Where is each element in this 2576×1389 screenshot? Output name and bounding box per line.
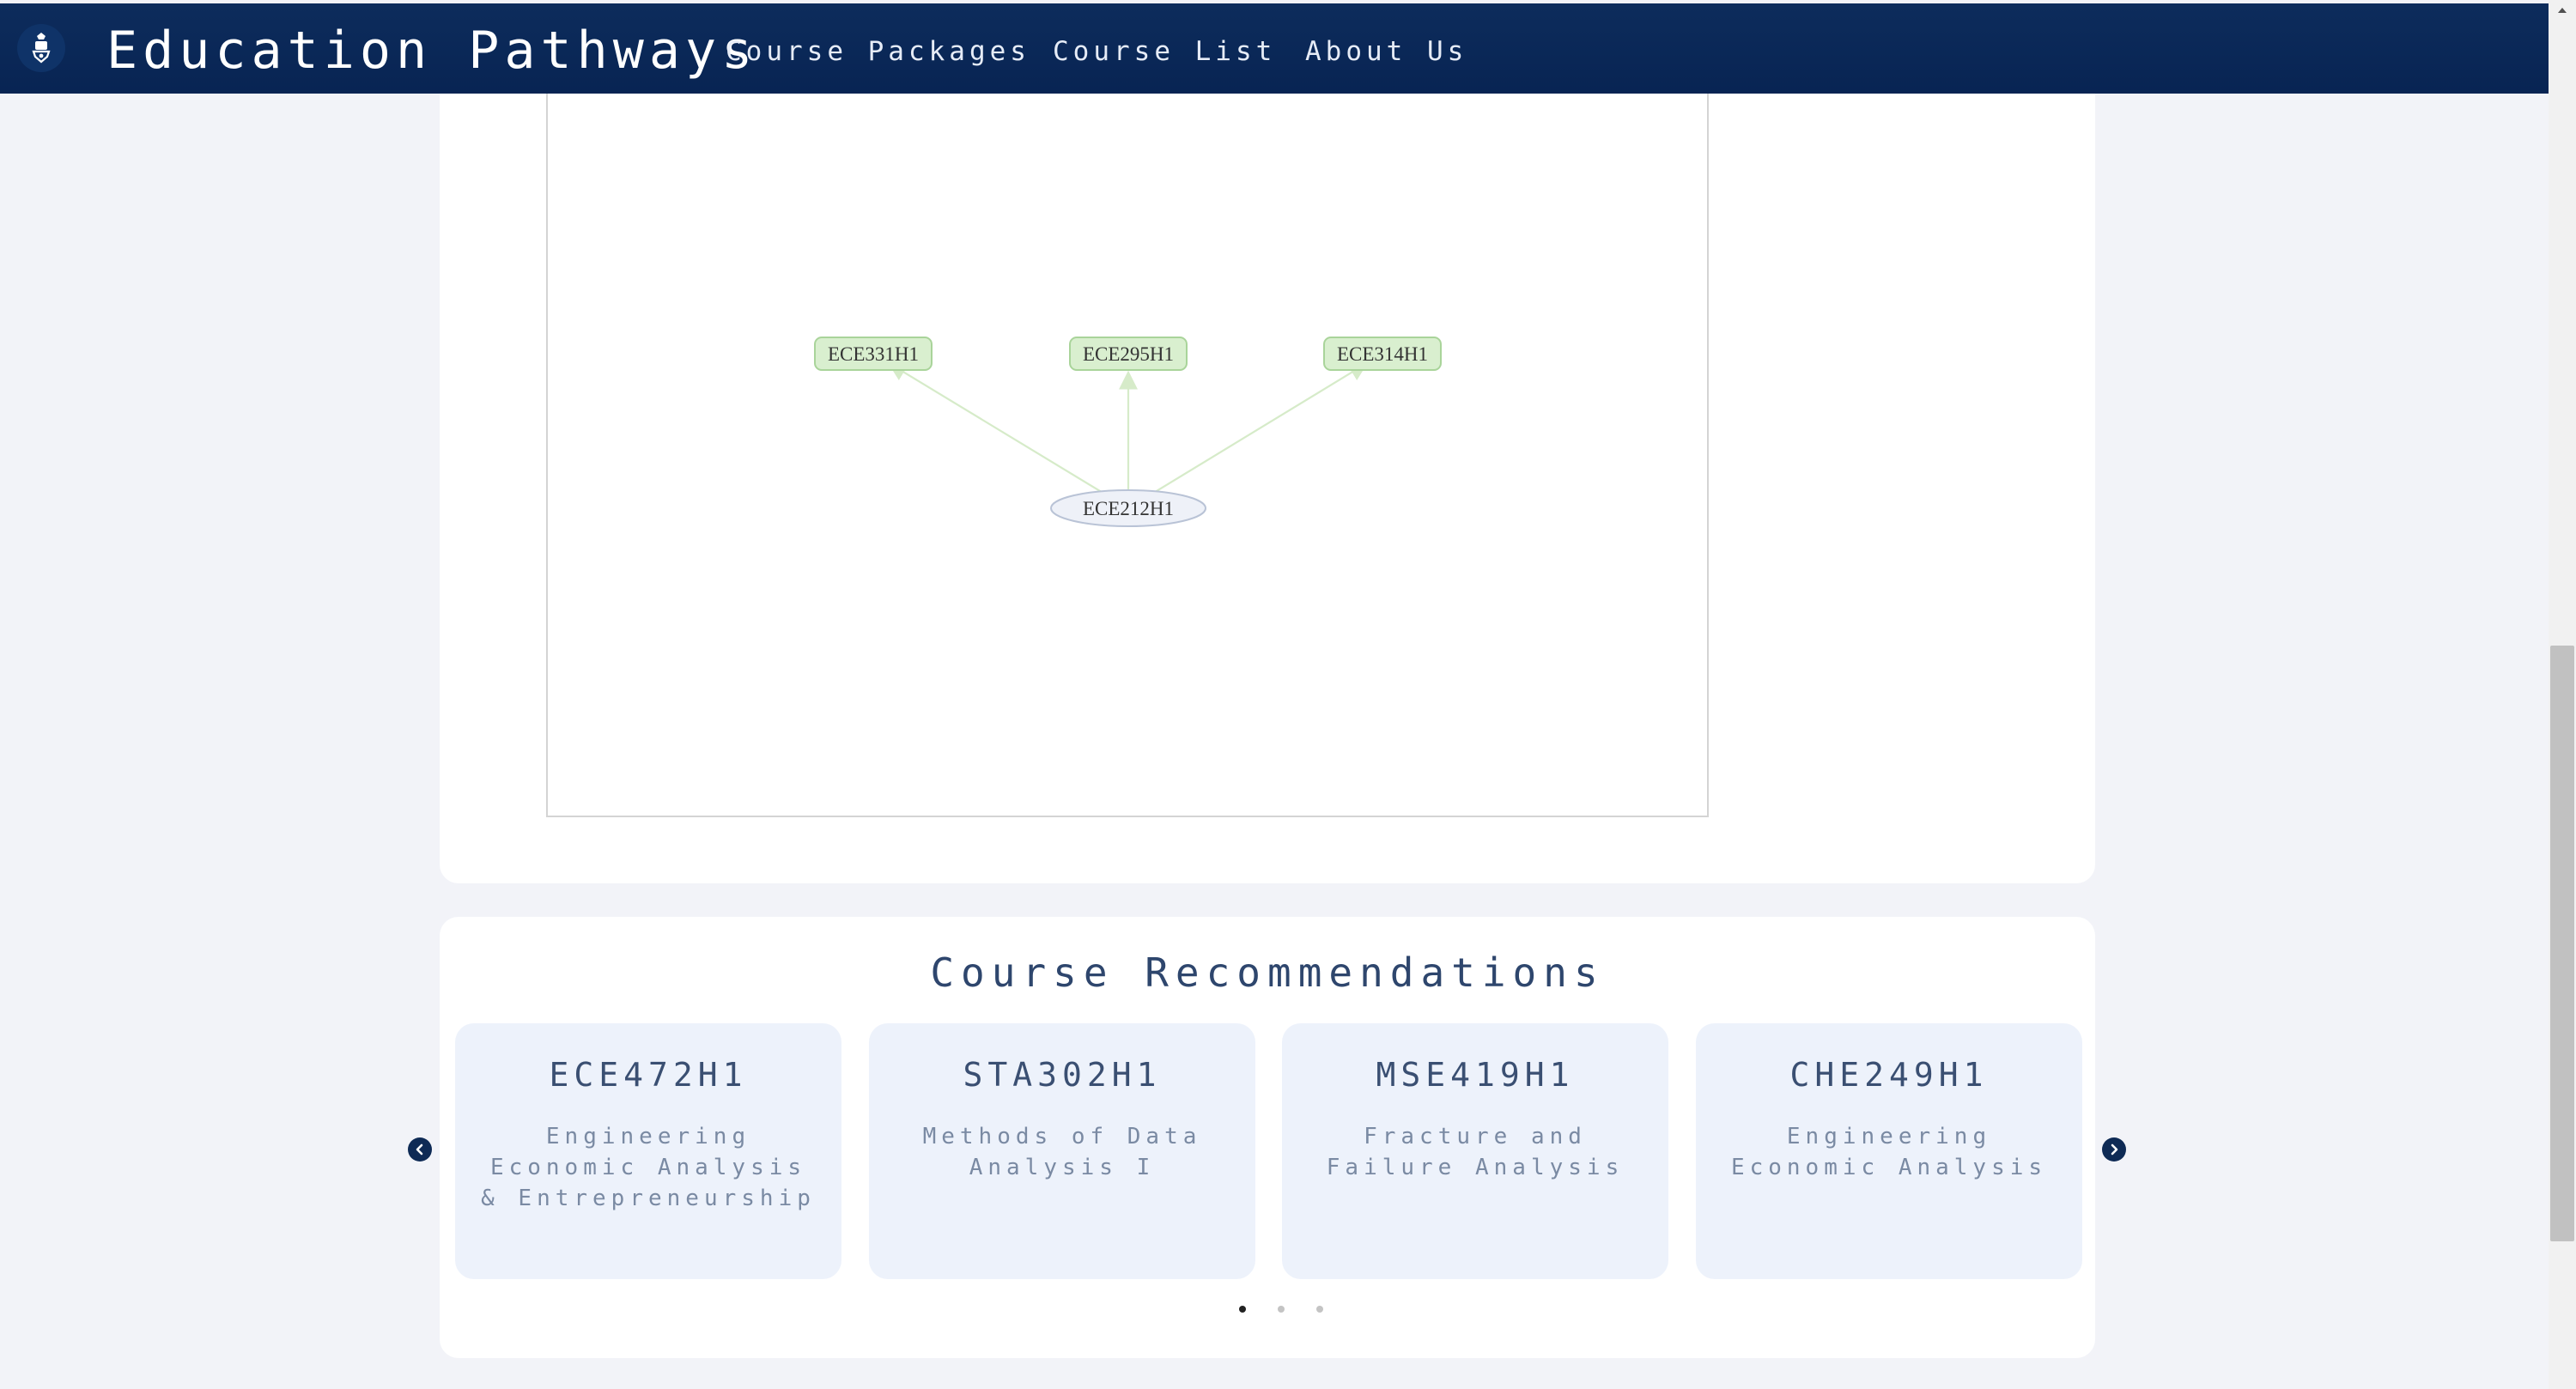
scrollbar-thumb[interactable]: [2550, 646, 2574, 1241]
scroll-up-button[interactable]: [2549, 0, 2576, 21]
node-label: ECE331H1: [828, 343, 919, 365]
chevron-right-icon: [2111, 1143, 2118, 1155]
graph-edge-ece212h1-ece331h1: [887, 362, 1113, 500]
course-name: Methods of Data Analysis I: [922, 1124, 1202, 1180]
graph-canvas: ECE331H1 ECE295H1 ECE314H1 ECE212H1: [814, 337, 1442, 527]
nav-course-list[interactable]: Course List: [1053, 27, 1276, 76]
graph-edge-ece212h1-ece314h1: [1144, 362, 1369, 500]
university-crest-logo[interactable]: [17, 24, 65, 72]
course-code: MSE419H1: [1376, 1056, 1575, 1094]
course-code: ECE472H1: [549, 1056, 748, 1094]
recommendation-card[interactable]: MSE419H1 Fracture and Failure Analysis: [1282, 1023, 1668, 1279]
recommendation-card[interactable]: ECE472H1 Engineering Economic Analysis &…: [455, 1023, 841, 1279]
nav-course-packages[interactable]: Course Packages: [726, 27, 1030, 76]
course-code: CHE249H1: [1789, 1056, 1989, 1094]
carousel-dot[interactable]: [1239, 1306, 1246, 1313]
graph-node-ece212h1[interactable]: ECE212H1: [1050, 489, 1206, 527]
graph-node-ece295h1[interactable]: ECE295H1: [1069, 337, 1188, 371]
recommendation-card[interactable]: CHE249H1 Engineering Economic Analysis: [1696, 1023, 2082, 1279]
course-name: Engineering Economic Analysis: [1730, 1124, 2048, 1180]
course-name: Fracture and Failure Analysis: [1326, 1124, 1625, 1180]
graph-node-ece314h1[interactable]: ECE314H1: [1323, 337, 1442, 371]
carousel-dot[interactable]: [1316, 1306, 1323, 1313]
nav-about-us[interactable]: About Us: [1305, 27, 1467, 76]
graph-node-ece331h1[interactable]: ECE331H1: [814, 337, 933, 371]
crest-icon: [32, 33, 51, 64]
node-label: ECE295H1: [1083, 343, 1174, 365]
recommendation-card[interactable]: STA302H1 Methods of Data Analysis I: [869, 1023, 1255, 1279]
node-label: ECE212H1: [1083, 498, 1174, 519]
carousel-prev-button[interactable]: [408, 1137, 432, 1162]
carousel-dot[interactable]: [1278, 1306, 1285, 1313]
carousel-next-button[interactable]: [2102, 1137, 2126, 1162]
node-label: ECE314H1: [1337, 343, 1428, 365]
recommendations-title: Course Recommendations: [930, 949, 1605, 996]
course-name: Engineering Economic Analysis & Entrepre…: [481, 1124, 816, 1211]
course-code: STA302H1: [963, 1056, 1162, 1094]
chevron-left-icon: [416, 1143, 423, 1155]
site-title[interactable]: Education Pathways: [106, 21, 757, 81]
top-navbar: Education Pathways Course Packages Cours…: [0, 3, 2549, 94]
prerequisite-graph[interactable]: ECE331H1 ECE295H1 ECE314H1 ECE212H1: [546, 94, 1709, 817]
triangle-up-icon: [2558, 8, 2567, 13]
